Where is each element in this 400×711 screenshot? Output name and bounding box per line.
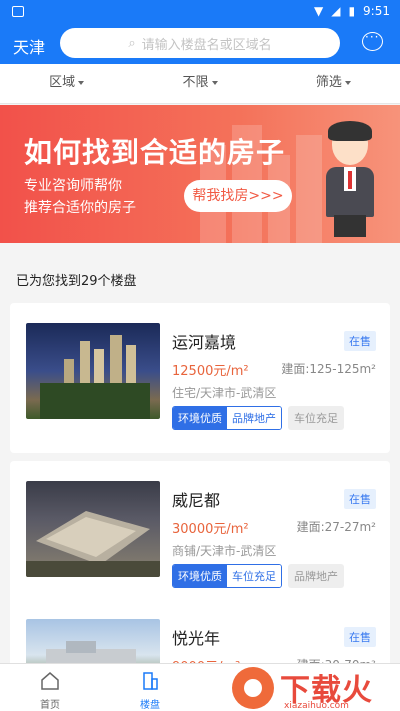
listing-name: 悦光年 [172,629,221,648]
tag-chip: 品牌地产 [227,407,281,429]
signal-icon: ◢ [331,4,341,18]
top-header: 天津 ⌕ 请输入楼盘名或区域名 [0,24,400,64]
listing-tags: 环境优质 车位充足 品牌地产 [172,564,344,588]
status-badge: 在售 [344,627,376,647]
listing-image [26,481,160,577]
caret-down-icon [78,80,85,85]
listing-address: 商铺/天津市-武清区 [172,544,277,558]
search-icon: ⌕ [128,35,136,51]
banner-subtitle-2: 推荐合适你的房子 [24,200,136,216]
tag-chip: 车位充足 [227,565,281,587]
listing-address: 住宅/天津市-武清区 [172,386,277,400]
city-selector[interactable]: 天津 [13,34,45,58]
listing-price: 30000元/m² [172,522,249,537]
tag-chip: 品牌地产 [288,564,344,588]
listing-card[interactable]: 运河嘉境 在售 12500元/m² 建面:125-125m² 住宅/天津市-武清… [10,303,390,453]
caret-down-icon [344,80,351,85]
building-photo [26,511,160,577]
building-icon [143,672,158,690]
tag-chip: 环境优质 [173,565,227,587]
image-notification-icon [12,6,24,17]
battery-icon: ▮ [348,4,356,18]
banner-title: 如何找到合适的房子 [24,136,286,169]
status-icons: ▼ ◢ ▮ 9:51 [314,4,390,18]
status-badge: 在售 [344,489,376,509]
promo-banner[interactable]: 如何找到合适的房子 专业咨询师帮你 推荐合适你的房子 帮我找房>>> [0,105,400,243]
result-count: 已为您找到29个楼盘 [16,274,137,289]
status-bar: ▼ ◢ ▮ 9:51 [0,0,400,24]
find-house-button[interactable]: 帮我找房>>> [184,180,292,212]
wifi-icon: ▼ [313,4,324,18]
tab-buildings[interactable]: 楼盘 [120,672,180,711]
listing-tags: 环境优质 品牌地产 车位充足 [172,406,344,430]
consultant-illustration [318,121,382,239]
tag-chip: 车位充足 [288,406,344,430]
message-icon[interactable] [362,30,383,51]
listing-area: 建面:27-27m² [296,520,376,534]
search-placeholder: 请输入楼盘名或区域名 [141,37,272,53]
filter-bar: 区域 不限 筛选 [0,64,400,104]
filter-price[interactable]: 不限 [133,64,266,103]
search-input[interactable]: ⌕ 请输入楼盘名或区域名 [60,28,340,58]
listing-card[interactable]: 威尼都 在售 30000元/m² 建面:27-27m² 商铺/天津市-武清区 环… [10,461,390,611]
listing-name: 运河嘉境 [172,333,237,352]
listing-name: 威尼都 [172,491,221,510]
listing-image [26,323,160,419]
filter-more[interactable]: 筛选 [267,64,400,103]
watermark-url: xiazaihuo.com [284,701,349,711]
clock: 9:51 [363,4,390,18]
watermark-logo-icon [232,667,274,709]
status-badge: 在售 [344,331,376,351]
watermark-logo: 下载火 xiazaihuo.com [232,665,400,711]
banner-subtitle-1: 专业咨询师帮你 [24,178,122,194]
listing-area: 建面:125-125m² [281,362,376,376]
tab-home[interactable]: 首页 [20,672,80,711]
home-icon [41,672,59,690]
filter-region[interactable]: 区域 [0,64,133,103]
building-photo [40,335,150,419]
caret-down-icon [211,80,218,85]
listing-card[interactable]: 悦光年 在售 9000元/m² 建面:30-70m² [10,599,390,679]
tag-chip: 环境优质 [173,407,227,429]
listing-price: 12500元/m² [172,364,249,379]
